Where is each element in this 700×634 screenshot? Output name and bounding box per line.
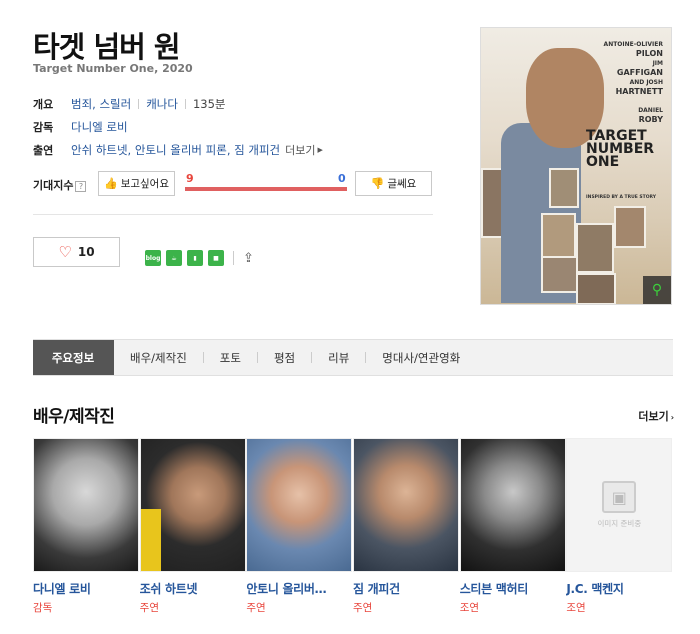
person-name[interactable]: 다니엘 로비 [33,580,140,597]
divider [33,214,433,215]
search-icon[interactable]: ⚲ [643,276,671,304]
share-bar: blog ☕ ▮ ■ ⇪ [145,250,254,266]
tab-rating[interactable]: 평점 [258,340,311,375]
cast-item[interactable]: 짐 개피건 주연 [353,438,460,615]
info-row-director: 감독 다니엘 로비 [33,115,433,138]
cast-list: 다니엘 로비 감독 조쉬 하트넷 주연 안토니 올리버… 주연 짐 개피건 주연… [33,438,673,615]
tab-cast-crew[interactable]: 배우/제작진 [114,340,203,375]
cast-item[interactable]: ▣ 이미지 준비중 J.C. 맥켄지 조연 [566,438,673,615]
genre-link[interactable]: 범죄, 스릴러 [71,96,131,112]
tab-bar: 주요정보 배우/제작진 포토 평점 리뷰 명대사/연관영화 [33,339,673,376]
section-title: 배우/제작진 [33,407,115,427]
like-count: 10 [77,245,95,259]
thumb-up-icon: 👍 [103,177,118,190]
cast-item[interactable]: 조쉬 하트넷 주연 [139,438,247,615]
person-name[interactable]: 조쉬 하트넷 [140,580,247,597]
bookmark-share-icon[interactable]: ▮ [187,250,203,266]
person-name[interactable]: 안토니 올리버… [246,580,353,597]
thumb-down-icon: 👎 [370,177,385,190]
heart-icon: ♡ [58,243,72,261]
cast-item[interactable]: 안토니 올리버… 주연 [246,438,353,615]
person-role: 주연 [139,602,159,614]
section-more-link[interactable]: 더보기 › [638,408,674,424]
cafe-share-icon[interactable]: ☕ [166,250,182,266]
tab-quotes-related[interactable]: 명대사/연관영화 [366,340,476,375]
person-role: 조연 [566,602,586,614]
tab-photo[interactable]: 포토 [204,340,257,375]
person-photo[interactable] [246,438,353,572]
expect-bar [185,187,347,191]
person-photo-placeholder[interactable]: ▣ 이미지 준비중 [566,438,673,572]
cast-links[interactable]: 안쉬 하트넷, 안토니 올리버 피론, 짐 개피건 [71,142,280,158]
cast-label: 출연 [33,143,54,157]
person-photo[interactable] [353,438,460,572]
poster-inspired: INSPIRED BY A TRUE STORY [586,195,656,200]
cast-item[interactable]: 다니엘 로비 감독 [33,438,140,615]
person-role: 감독 [33,602,53,614]
director-link[interactable]: 다니엘 로비 [71,119,128,135]
person-name[interactable]: J.C. 맥켄지 [566,580,673,597]
band-share-icon[interactable]: ■ [208,250,224,266]
no-image-text: 이미지 준비중 [597,519,642,528]
movie-title: 타겟 넘버 원 [33,30,181,64]
no-count: 0 [338,172,346,185]
info-row-cast: 출연 안쉬 하트넷, 안토니 올리버 피론, 짐 개피건 더보기 ▶ [33,138,433,161]
country-link[interactable]: 캐나다 [146,96,178,112]
tab-main-info[interactable]: 주요정보 [33,340,114,375]
person-name[interactable]: 짐 개피건 [353,580,460,597]
tab-review[interactable]: 리뷰 [312,340,365,375]
expect-label: 기대지수? [33,177,87,193]
person-role: 조연 [459,602,480,614]
movie-info: 개요 범죄, 스릴러 캐나다 135분 감독 다니엘 로비 출연 안쉬 하트넷,… [33,92,433,161]
like-button[interactable]: ♡ 10 [33,237,120,267]
person-photo[interactable] [459,438,566,572]
director-label: 감독 [33,120,54,134]
person-photo[interactable] [139,438,246,572]
want-to-see-button[interactable]: 👍 보고싶어요 [98,171,175,196]
poster-title: TARGET NUMBER ONE [586,128,655,170]
person-photo[interactable] [33,438,139,572]
no-image-icon: ▣ [602,481,637,513]
not-sure-button[interactable]: 👎 글쎄요 [355,171,432,196]
share-icon[interactable]: ⇪ [243,251,254,266]
person-role: 주연 [246,602,266,614]
blog-share-icon[interactable]: blog [145,250,161,266]
movie-poster[interactable]: ANTOINE-OLIVIER PILON JIM GAFFIGAN AND JOSH H… [480,27,672,305]
cast-more-link[interactable]: 더보기 [285,142,315,158]
expect-bar-fill [185,187,347,191]
chevron-right-icon: ▶ [317,145,323,154]
want-count: 9 [186,172,194,185]
expectation-index: 기대지수? 👍 보고싶어요 9 0 👎 글쎄요 [33,171,433,197]
person-role: 주연 [353,602,373,614]
person-name[interactable]: 스티븐 맥허티 [460,580,567,597]
chevron-right-icon: › [670,413,674,422]
movie-subtitle: Target Number One, 2020 [33,62,193,75]
runtime: 135분 [192,96,226,111]
cast-item[interactable]: 스티븐 맥허티 조연 [459,438,567,615]
overview-label: 개요 [33,97,54,111]
info-row-overview: 개요 범죄, 스릴러 캐나다 135분 [33,92,433,115]
help-icon[interactable]: ? [75,180,87,192]
poster-names: ANTOINE-OLIVIER PILON JIM GAFFIGAN AND JOSH H… [603,41,663,124]
